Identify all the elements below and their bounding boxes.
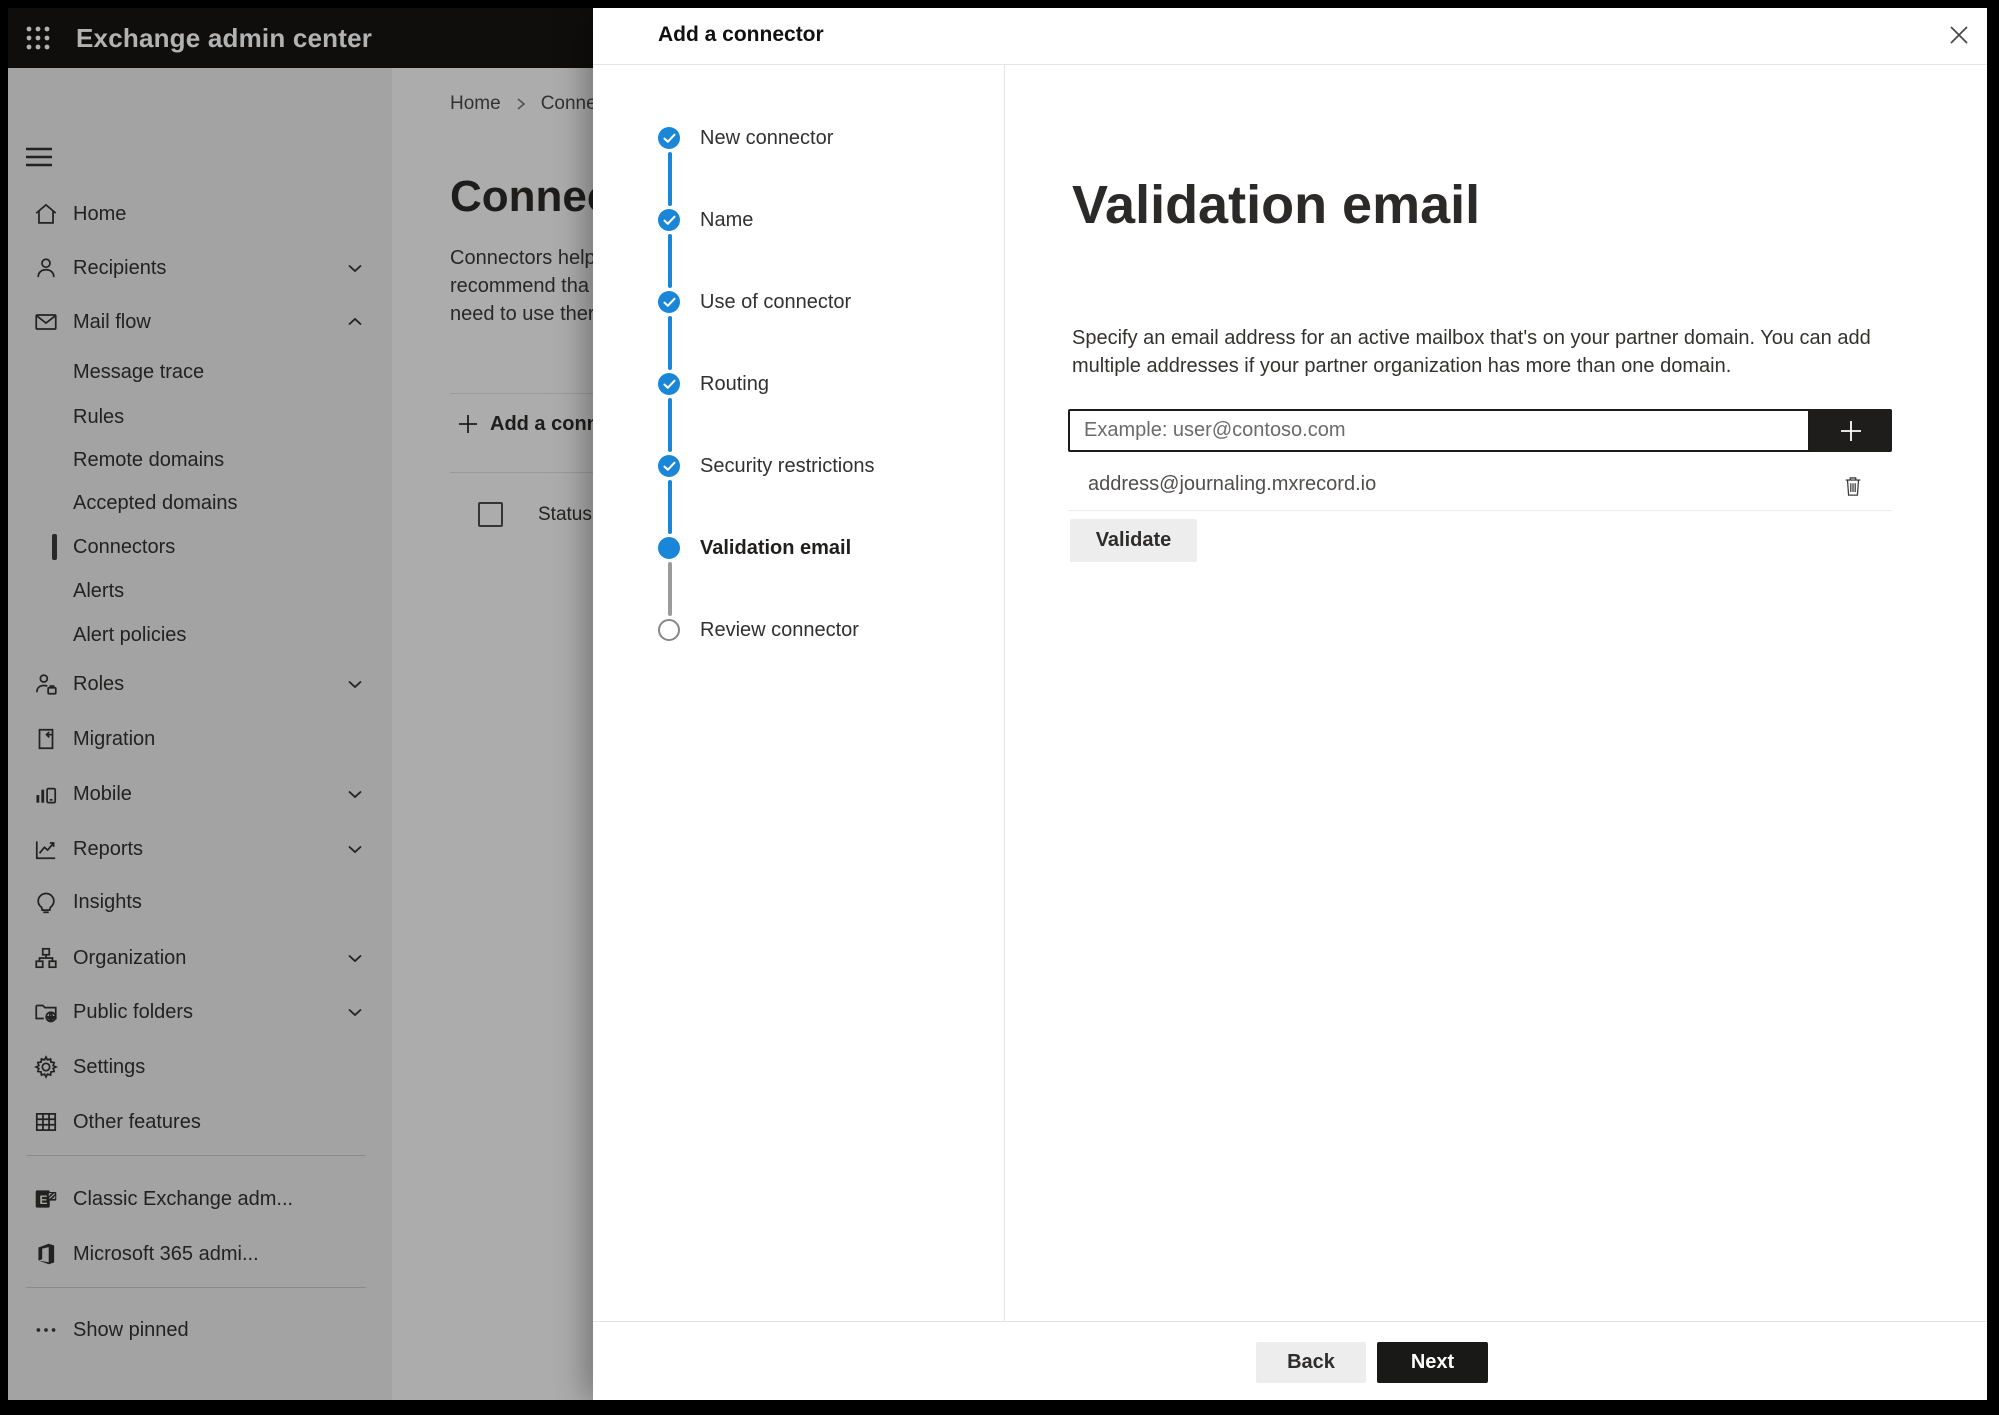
step-completed-icon bbox=[658, 373, 680, 395]
email-address-row: address@journaling.mxrecord.io bbox=[1068, 464, 1892, 509]
step-current-icon bbox=[658, 537, 680, 559]
step-upcoming-icon bbox=[658, 619, 680, 641]
plus-icon bbox=[1841, 420, 1861, 441]
delete-address-button[interactable] bbox=[1836, 469, 1870, 503]
check-icon bbox=[662, 379, 675, 389]
step-label: New connector bbox=[700, 126, 834, 149]
modal-header-divider bbox=[593, 64, 1987, 65]
add-connector-modal: Add a connector New connector Name Use o… bbox=[593, 8, 1987, 1400]
step-routing[interactable]: Routing bbox=[593, 362, 993, 406]
step-security-restrictions[interactable]: Security restrictions bbox=[593, 444, 993, 488]
step-label: Security restrictions bbox=[700, 454, 875, 477]
steps-content-divider bbox=[1004, 65, 1005, 1321]
validate-button[interactable]: Validate bbox=[1070, 519, 1197, 562]
check-icon bbox=[662, 297, 675, 307]
step-label: Name bbox=[700, 208, 754, 231]
close-button[interactable] bbox=[1945, 21, 1973, 49]
trash-icon bbox=[1845, 477, 1861, 496]
email-input[interactable] bbox=[1068, 409, 1810, 452]
step-new-connector[interactable]: New connector bbox=[593, 116, 993, 160]
back-button[interactable]: Back bbox=[1256, 1342, 1366, 1383]
address-row-divider bbox=[1068, 510, 1892, 511]
panel-heading: Validation email bbox=[1072, 175, 1481, 235]
step-name[interactable]: Name bbox=[593, 198, 993, 242]
app-window: Exchange admin center Home Recipients Ma… bbox=[8, 8, 1987, 1400]
step-use-of-connector[interactable]: Use of connector bbox=[593, 280, 993, 324]
step-completed-icon bbox=[658, 455, 680, 477]
step-review-connector[interactable]: Review connector bbox=[593, 608, 993, 652]
check-icon bbox=[662, 461, 675, 471]
step-label: Routing bbox=[700, 372, 769, 395]
step-validation-email[interactable]: Validation email bbox=[593, 526, 993, 570]
step-label: Review connector bbox=[700, 618, 859, 641]
add-email-button[interactable] bbox=[1810, 409, 1892, 452]
check-icon bbox=[662, 215, 675, 225]
check-icon bbox=[662, 133, 675, 143]
step-label: Validation email bbox=[700, 536, 852, 559]
email-address-value: address@journaling.mxrecord.io bbox=[1088, 473, 1377, 495]
panel-description: Specify an email address for an active m… bbox=[1072, 327, 1871, 377]
next-button[interactable]: Next bbox=[1377, 1342, 1488, 1383]
step-label: Use of connector bbox=[700, 290, 852, 313]
modal-title: Add a connector bbox=[658, 23, 824, 46]
step-completed-icon bbox=[658, 291, 680, 313]
modal-footer-divider bbox=[593, 1321, 1987, 1322]
step-completed-icon bbox=[658, 127, 680, 149]
modal-dim-overlay bbox=[8, 8, 593, 1400]
step-completed-icon bbox=[658, 209, 680, 231]
close-icon bbox=[1950, 26, 1968, 44]
